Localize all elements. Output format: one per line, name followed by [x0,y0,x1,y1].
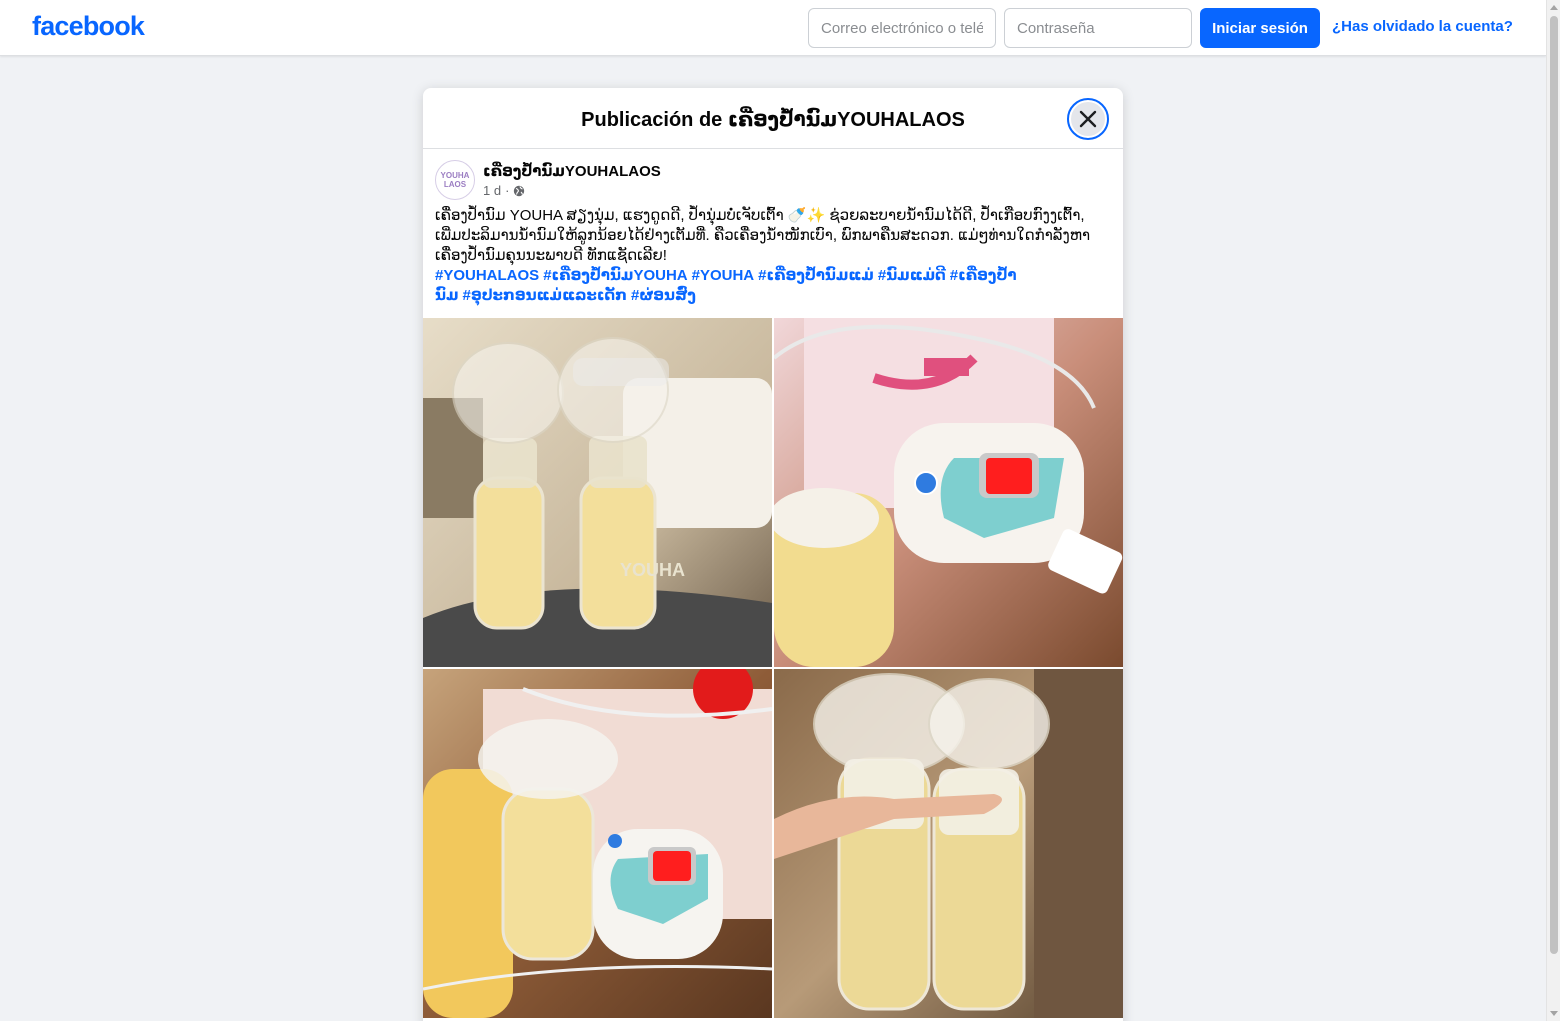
avatar-logo-text: LAOS [443,180,467,189]
hashtag-link[interactable]: #ເຄື່ອງປໍ້ານົມYOUHA [543,267,687,284]
post-photo[interactable] [774,318,1123,667]
password-field[interactable] [1004,8,1192,48]
post-text: ເຄື່ອງປໍ້ານົມ YOUHA ສຽງນຸ່ມ, ແຮງດູດດີ, ປ… [435,207,1091,264]
hand-holding-bottles-photo [774,669,1123,1018]
post-meta: 1 d · [483,183,525,198]
pump-set-photo [423,669,772,1018]
facebook-logo[interactable]: facebook [32,11,145,42]
scroll-down-arrow[interactable] [1550,1011,1558,1016]
hashtag-link[interactable]: #YOUHA [692,267,755,284]
avatar[interactable]: YOUHA LAOS [435,160,475,200]
breast-pump-bottles-photo: YOUHA [423,318,772,667]
post-photo[interactable] [423,669,772,1018]
photo-grid: YOUHA [423,318,1123,1018]
close-button[interactable] [1067,98,1109,140]
forgot-account-link[interactable]: ¿Has olvidado la cuenta? [1332,18,1513,35]
post-photo[interactable]: YOUHA [423,318,772,667]
post-time[interactable]: 1 d [483,183,501,198]
login-button[interactable]: Iniciar sesión [1200,8,1320,48]
email-field[interactable] [808,8,996,48]
bottle-brand-text: YOUHA [620,560,685,580]
post-author[interactable]: ເຄື່ອງປໍ້ານົມYOUHALAOS [483,162,661,180]
post-hashtags: #YOUHALAOS #ເຄື່ອງປໍ້ານົມYOUHA #YOUHA #ເຄື່… [435,266,1111,306]
top-bar: facebook Iniciar sesión ¿Has olvidado la… [0,0,1546,56]
modal-header: Publicación de ເຄື່ອງປໍ້ານົມYOUHALAOS [423,88,1123,149]
globe-icon [514,185,525,196]
scroll-up-arrow[interactable] [1550,5,1558,10]
close-icon [1079,110,1097,128]
pump-device-photo [774,318,1123,667]
hashtag-link[interactable]: #YOUHALAOS [435,267,539,284]
meta-separator: · [505,183,510,198]
modal-title: Publicación de ເຄື່ອງປໍ້ານົມYOUHALAOS [581,109,965,131]
post-modal: Publicación de ເຄື່ອງປໍ້ານົມYOUHALAOS YO… [423,88,1123,1021]
post-photo[interactable] [774,669,1123,1018]
post-header: YOUHA LAOS ເຄື່ອງປໍ້ານົມYOUHALAOS 1 d · [435,160,1111,204]
hashtag-link[interactable]: #ຜ່ອນສົ່ງ [631,287,696,304]
page-scrollbar[interactable] [1546,0,1560,1021]
hashtag-link[interactable]: #ອຸປະກອນແມ່ແລະເດັກ [463,287,627,304]
hashtag-link[interactable]: #ນົມແມ່ດີ [878,267,946,284]
scroll-thumb[interactable] [1550,16,1558,954]
avatar-logo-text: YOUHA [440,171,470,180]
hashtag-link[interactable]: #ເຄື່ອງປໍ້ານົມແມ່ [758,267,874,284]
